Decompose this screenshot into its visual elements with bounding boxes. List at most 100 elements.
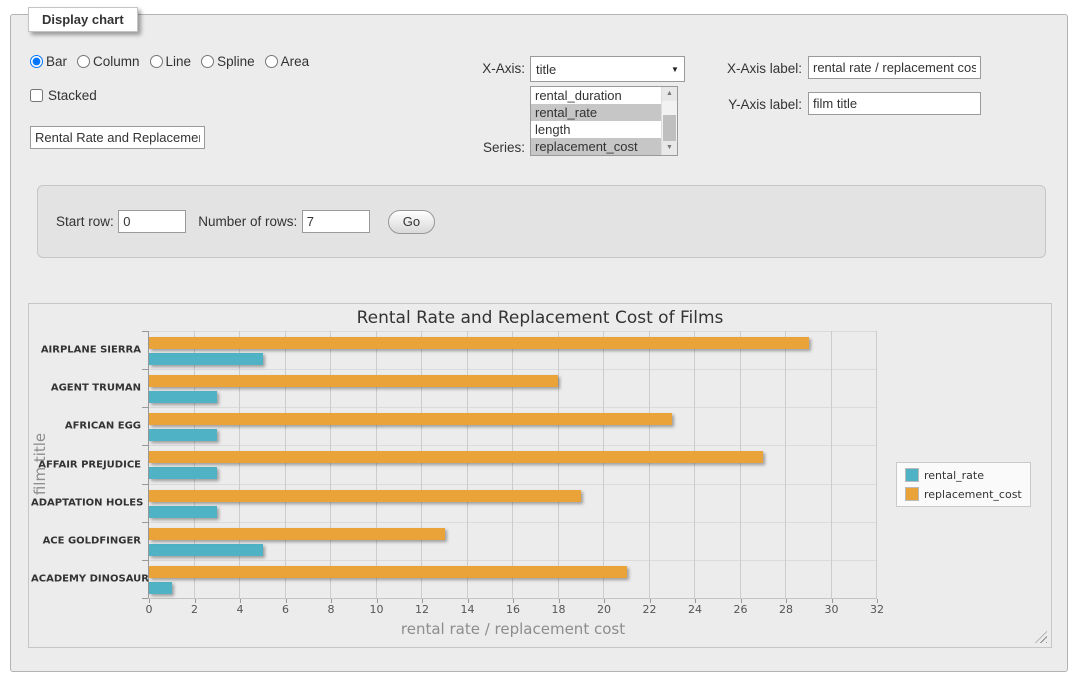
radio-label: Bar <box>46 54 67 69</box>
category-label: AGENT TRUMAN <box>31 383 141 394</box>
x-axis-label: X-Axis: <box>450 61 525 76</box>
x-tick-label: 32 <box>859 603 895 616</box>
bar-rental_rate <box>149 353 263 365</box>
value-gridline <box>330 331 331 598</box>
x-tick-label: 26 <box>723 603 759 616</box>
value-gridline <box>876 331 877 598</box>
chart-legend: rental_rate replacement_cost <box>896 462 1031 507</box>
series-option-length[interactable]: length <box>531 121 662 138</box>
x-axis-select[interactable]: title ▼ <box>530 56 685 82</box>
radio-label: Spline <box>217 54 255 69</box>
value-gridline <box>649 331 650 598</box>
y-axis-title: film title <box>31 433 49 495</box>
bar-replacement_cost <box>149 566 627 578</box>
x-axis-selected-value: title <box>531 62 666 77</box>
chart-type-option-column[interactable]: Column <box>77 54 140 69</box>
bar-replacement_cost <box>149 528 445 540</box>
value-gridline <box>740 331 741 598</box>
bar-rental_rate <box>149 544 263 556</box>
category-label: ACADEMY DINOSAUR <box>31 573 141 584</box>
x-tick-label: 16 <box>495 603 531 616</box>
chart-type-option-line[interactable]: Line <box>150 54 192 69</box>
value-gridline <box>785 331 786 598</box>
x-tick-label: 28 <box>768 603 804 616</box>
x-tick-label: 20 <box>586 603 622 616</box>
series-scrollbar[interactable]: ▲ ▼ <box>661 87 677 155</box>
radio-spline[interactable] <box>201 55 214 68</box>
x-tick-label: 8 <box>313 603 349 616</box>
start-row-label: Start row: <box>56 214 114 229</box>
bar-rental_rate <box>149 429 217 441</box>
bar-replacement_cost <box>149 490 581 502</box>
radio-bar[interactable] <box>30 55 43 68</box>
band-gridline <box>149 369 877 370</box>
start-row-input[interactable] <box>118 210 186 233</box>
stacked-checkbox[interactable] <box>30 89 43 102</box>
chart-type-option-bar[interactable]: Bar <box>30 54 67 69</box>
scroll-up-icon[interactable]: ▲ <box>662 87 677 101</box>
chevron-down-icon: ▼ <box>666 65 684 74</box>
value-gridline <box>194 331 195 598</box>
x-tick-label: 0 <box>131 603 167 616</box>
legend-item-rental_rate[interactable]: rental_rate <box>905 468 1022 482</box>
value-gridline <box>239 331 240 598</box>
x-tick-label: 24 <box>677 603 713 616</box>
scrollbar-thumb[interactable] <box>663 115 676 141</box>
radio-column[interactable] <box>77 55 90 68</box>
category-label: AFRICAN EGG <box>31 421 141 432</box>
x-tick-label: 12 <box>404 603 440 616</box>
value-gridline <box>694 331 695 598</box>
series-option-replacement_cost[interactable]: replacement_cost <box>531 138 662 155</box>
x-axis-title: rental rate / replacement cost <box>401 620 625 638</box>
fieldset-legend: Display chart <box>28 7 138 32</box>
value-gridline <box>467 331 468 598</box>
num-rows-label: Number of rows: <box>198 214 297 229</box>
chart-type-radio-group: Bar Column Line Spline Area <box>30 54 315 69</box>
radio-area[interactable] <box>265 55 278 68</box>
plot-area: 02468101214161820222426283032AIRPLANE SI… <box>149 331 877 598</box>
value-gridline <box>376 331 377 598</box>
series-multiselect[interactable]: rental_durationrental_ratelengthreplacem… <box>530 86 678 156</box>
category-label: ACE GOLDFINGER <box>31 535 141 546</box>
series-option-rental_rate[interactable]: rental_rate <box>531 104 662 121</box>
chart-type-option-area[interactable]: Area <box>265 54 310 69</box>
x-axis-line <box>148 598 877 599</box>
bar-rental_rate <box>149 582 172 594</box>
radio-line[interactable] <box>150 55 163 68</box>
num-rows-input[interactable] <box>302 210 370 233</box>
row-range-panel: Start row: Number of rows: Go <box>37 185 1046 258</box>
resize-handle-icon[interactable] <box>1035 631 1047 643</box>
band-gridline <box>149 407 877 408</box>
x-tick-label: 4 <box>222 603 258 616</box>
bar-replacement_cost <box>149 337 809 349</box>
band-gridline <box>149 445 877 446</box>
legend-label: rental_rate <box>924 469 984 482</box>
series-options: rental_durationrental_ratelengthreplacem… <box>531 87 662 155</box>
chart-type-option-spline[interactable]: Spline <box>201 54 255 69</box>
chart-title-input[interactable] <box>30 126 205 149</box>
go-button[interactable]: Go <box>388 210 435 234</box>
bar-replacement_cost <box>149 451 763 463</box>
x-tick-label: 30 <box>814 603 850 616</box>
x-tick-label: 14 <box>450 603 486 616</box>
stacked-option: Stacked <box>30 88 97 103</box>
x-tick-label: 10 <box>359 603 395 616</box>
x-axis-label-input[interactable] <box>808 56 981 79</box>
bar-replacement_cost <box>149 375 558 387</box>
scroll-down-icon[interactable]: ▼ <box>662 141 677 155</box>
bar-rental_rate <box>149 391 217 403</box>
y-axis-label-input[interactable] <box>808 92 981 115</box>
x-axis-label-field-label: X-Axis label: <box>712 61 802 76</box>
band-gridline <box>149 331 877 332</box>
legend-item-replacement_cost[interactable]: replacement_cost <box>905 487 1022 501</box>
series-option-rental_duration[interactable]: rental_duration <box>531 87 662 104</box>
value-gridline <box>558 331 559 598</box>
page: Display chart Bar Column Line Spline Area St… <box>0 0 1081 681</box>
legend-swatch <box>905 487 919 501</box>
x-tick-label: 6 <box>268 603 304 616</box>
band-gridline <box>149 560 877 561</box>
radio-label: Line <box>166 54 192 69</box>
band-gridline <box>149 484 877 485</box>
x-tick-label: 22 <box>632 603 668 616</box>
x-tick-label: 18 <box>541 603 577 616</box>
